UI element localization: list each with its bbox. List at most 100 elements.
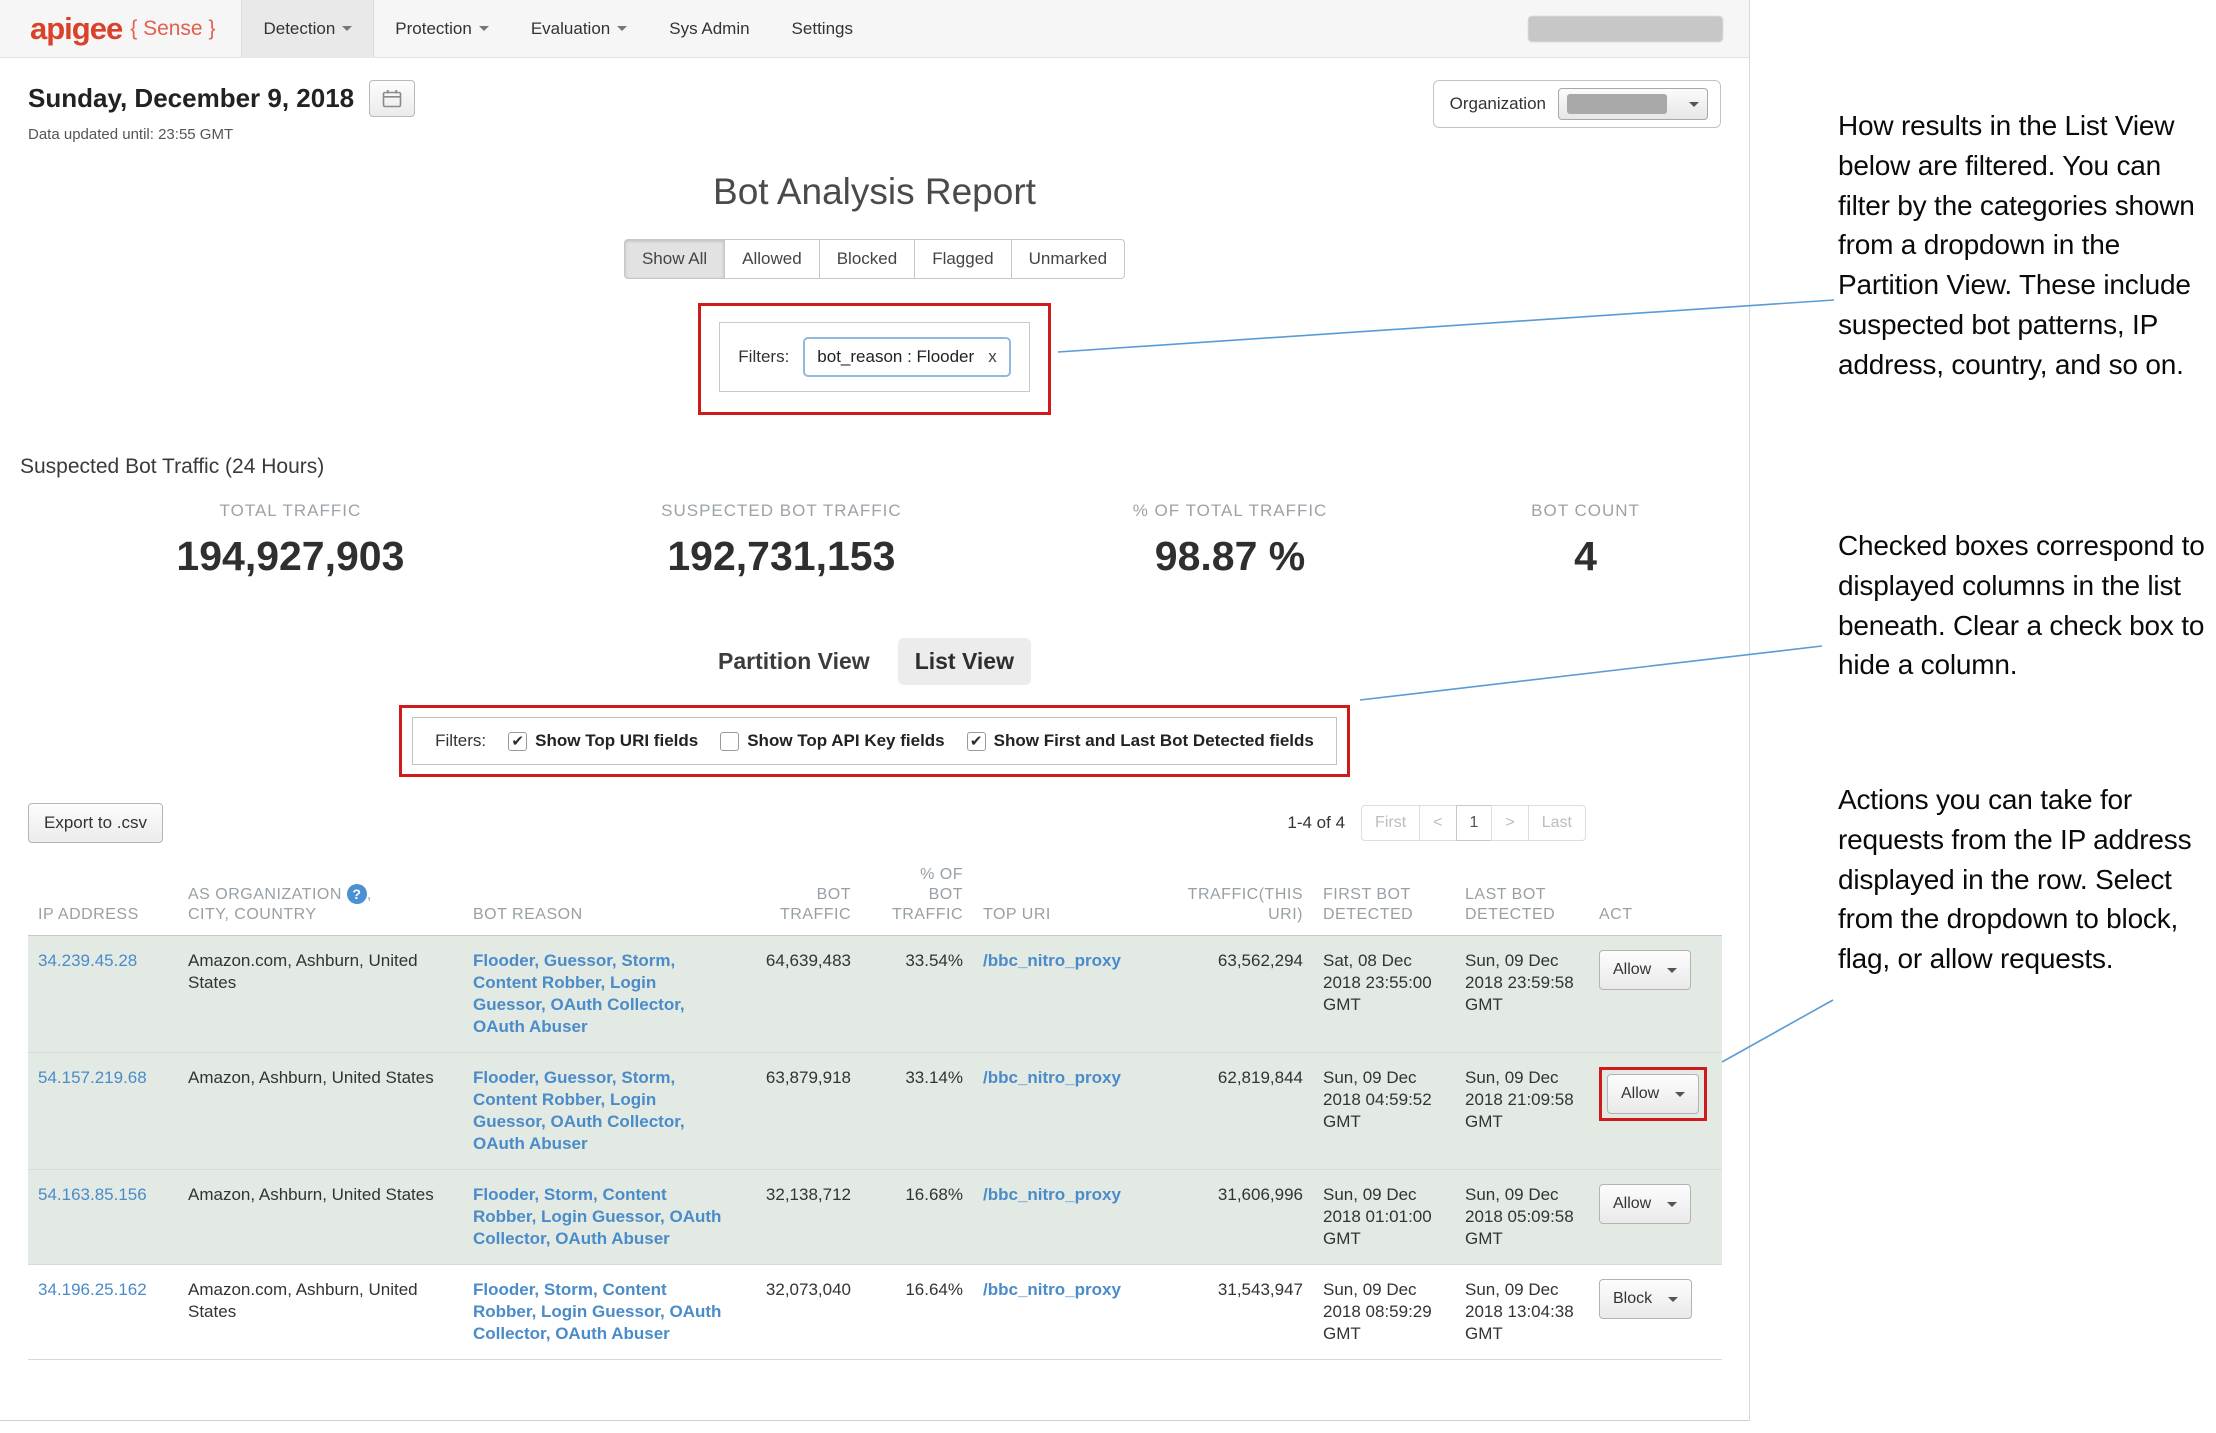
list-view-toggle[interactable]: List View [898, 638, 1031, 685]
action-dropdown[interactable]: Allow [1599, 950, 1691, 990]
action-label: Allow [1613, 959, 1651, 981]
bot-reason-link[interactable]: Storm [544, 1185, 593, 1204]
act-cell: Block [1589, 1265, 1722, 1360]
bot-reason-cell: Flooder, Guessor, Storm, Content Robber,… [463, 1053, 733, 1170]
bot-reason-link[interactable]: Content Robber [473, 1090, 601, 1109]
help-icon[interactable]: ? [347, 884, 367, 904]
action-dropdown[interactable]: Allow [1599, 1184, 1691, 1224]
annotation-note: Actions you can take for requests from t… [1838, 780, 2216, 979]
bot-reason-link[interactable]: OAuth Abuser [555, 1229, 670, 1248]
top-uri-link[interactable]: /bbc_nitro_proxy [983, 1185, 1121, 1204]
bot-reason-link[interactable]: Content Robber [473, 973, 601, 992]
last-detected-cell: Sun, 09 Dec 2018 05:09:58 GMT [1455, 1170, 1589, 1265]
bot-reason-link[interactable]: Guessor [544, 1068, 612, 1087]
top-uri-link[interactable]: /bbc_nitro_proxy [983, 1068, 1121, 1087]
top-uri-link[interactable]: /bbc_nitro_proxy [983, 951, 1121, 970]
bot-reason-link[interactable]: Login Guessor [541, 1207, 660, 1226]
bot-reason-link[interactable]: Guessor [544, 951, 612, 970]
checkbox-label: Show Top URI fields [535, 731, 698, 751]
bot-reason-link[interactable]: Flooder [473, 1280, 534, 1299]
bot-reason-link[interactable]: Login Guessor [541, 1302, 660, 1321]
stat-item-bot-count: BOT COUNT4 [1450, 501, 1721, 580]
filter-chip[interactable]: bot_reason : Flooder x [803, 337, 1010, 377]
annotation-note: How results in the List View below are f… [1838, 106, 2216, 384]
stat-label: SUSPECTED BOT TRAFFIC [553, 501, 1010, 521]
bot-reason-link[interactable]: OAuth Abuser [473, 1134, 588, 1153]
pct-cell: 16.68% [861, 1170, 973, 1265]
nav-item-detection[interactable]: Detection [241, 0, 374, 58]
action-dropdown[interactable]: Block [1599, 1279, 1692, 1319]
tab-show-all[interactable]: Show All [624, 239, 725, 279]
column-checkbox-show-top-uri-fields[interactable]: ✔Show Top URI fields [508, 731, 698, 751]
columns-annotation-box: Filters: ✔Show Top URI fieldsShow Top AP… [399, 705, 1350, 777]
table-row: 54.163.85.156Amazon, Ashburn, United Sta… [28, 1170, 1722, 1265]
action-dropdown[interactable]: Allow [1607, 1074, 1699, 1114]
last-detected-cell: Sun, 09 Dec 2018 13:04:38 GMT [1455, 1265, 1589, 1360]
top-uri-link[interactable]: /bbc_nitro_proxy [983, 1280, 1121, 1299]
filter-chip-remove-icon[interactable]: x [988, 347, 997, 367]
chevron-down-icon [1668, 1297, 1678, 1302]
first-detected-cell: Sun, 09 Dec 2018 08:59:29 GMT [1313, 1265, 1455, 1360]
export-csv-button[interactable]: Export to .csv [28, 803, 163, 843]
ip-link[interactable]: 34.196.25.162 [38, 1280, 147, 1299]
bot-traffic-cell: 64,639,483 [733, 936, 861, 1053]
table-body: 34.239.45.28 Amazon.com, Ashburn, United … [28, 936, 1722, 1360]
pagination: First<1>Last [1361, 805, 1586, 841]
page-button-1[interactable]: 1 [1456, 805, 1493, 841]
uri-traffic-cell: 63,562,294 [1143, 936, 1313, 1053]
column-checkbox-show-top-api-key-fields[interactable]: Show Top API Key fields [720, 731, 944, 751]
tab-blocked[interactable]: Blocked [819, 239, 915, 279]
tab-unmarked[interactable]: Unmarked [1011, 239, 1125, 279]
top-uri-cell: /bbc_nitro_proxy [973, 1053, 1143, 1170]
bot-reason-link[interactable]: OAuth Collector [551, 1112, 680, 1131]
nav-item-sys-admin[interactable]: Sys Admin [648, 0, 770, 58]
ip-link[interactable]: 54.163.85.156 [38, 1185, 147, 1204]
act-cell: Allow [1589, 1053, 1722, 1170]
bot-traffic-cell: 63,879,918 [733, 1053, 861, 1170]
tab-allowed[interactable]: Allowed [724, 239, 820, 279]
pagination-range: 1-4 of 4 [1287, 813, 1345, 833]
page-button-first[interactable]: First [1361, 805, 1420, 841]
page-button-last[interactable]: Last [1528, 805, 1586, 841]
column-checkbox-show-first-and-last-bot-detected-fields[interactable]: ✔Show First and Last Bot Detected fields [967, 731, 1314, 751]
page-button-[interactable]: > [1491, 805, 1528, 841]
nav-item-settings[interactable]: Settings [771, 0, 874, 58]
tab-flagged[interactable]: Flagged [914, 239, 1011, 279]
status-tabs: Show AllAllowedBlockedFlaggedUnmarked [28, 239, 1721, 279]
sense-logo: { Sense } [130, 17, 215, 41]
nav-item-protection[interactable]: Protection [374, 0, 510, 58]
bot-reason-link[interactable]: OAuth Abuser [555, 1324, 670, 1343]
ip-link[interactable]: 54.157.219.68 [38, 1068, 147, 1087]
top-nav: apigee { Sense } DetectionProtectionEval… [0, 0, 1749, 58]
annotation-note: Checked boxes correspond to displayed co… [1838, 526, 2216, 685]
uri-traffic-cell: 31,543,947 [1143, 1265, 1313, 1360]
filters-bar: Filters: bot_reason : Flooder x [719, 322, 1029, 392]
last-detected-cell: Sun, 09 Dec 2018 21:09:58 GMT [1455, 1053, 1589, 1170]
data-updated-note: Data updated until: 23:55 GMT [28, 126, 415, 143]
nav-item-evaluation[interactable]: Evaluation [510, 0, 648, 58]
bot-reason-link[interactable]: Flooder [473, 1185, 534, 1204]
calendar-button[interactable] [369, 80, 415, 117]
ip-cell: 54.163.85.156 [28, 1170, 178, 1265]
page-button-[interactable]: < [1419, 805, 1456, 841]
chevron-down-icon [1667, 968, 1677, 973]
bot-reason-link[interactable]: Flooder [473, 951, 534, 970]
ip-cell: 34.196.25.162 [28, 1265, 178, 1360]
organization-dropdown[interactable] [1558, 88, 1708, 120]
top-uri-cell: /bbc_nitro_proxy [973, 1170, 1143, 1265]
bot-reason-link[interactable]: Storm [621, 951, 670, 970]
bot-reason-link[interactable]: OAuth Collector [551, 995, 680, 1014]
bot-reason-link[interactable]: Flooder [473, 1068, 534, 1087]
bot-reason-link[interactable]: Storm [621, 1068, 670, 1087]
ip-link[interactable]: 34.239.45.28 [38, 951, 137, 970]
filters-label: Filters: [738, 347, 789, 367]
view-toggle: Partition View List View [28, 638, 1721, 685]
stat-value: 4 [1450, 533, 1721, 580]
partition-view-link[interactable]: Partition View [718, 648, 870, 675]
bot-reason-link[interactable]: Storm [544, 1280, 593, 1299]
org-cell: Amazon.com, Ashburn, United States [178, 936, 463, 1053]
org-cell: Amazon, Ashburn, United States [178, 1053, 463, 1170]
column-header-last_detected: LAST BOTDETECTED [1455, 859, 1589, 936]
bot-reason-link[interactable]: OAuth Abuser [473, 1017, 588, 1036]
table-row: 34.196.25.162Amazon.com, Ashburn, United… [28, 1265, 1722, 1360]
